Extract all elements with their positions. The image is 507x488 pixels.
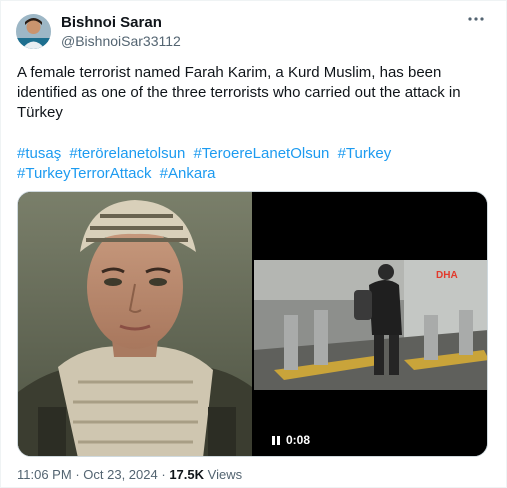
video-duration: 0:08 (286, 433, 311, 447)
hashtag-link[interactable]: #TeroereLanetOlsun (193, 145, 329, 162)
hashtag-list: #tusaş #terörelanetolsun #TeroereLanetOl… (17, 144, 487, 184)
video-watermark: DHA (436, 270, 458, 281)
tweet-time[interactable]: 11:06 PM (17, 467, 72, 482)
hashtag-link[interactable]: #tusaş (17, 145, 61, 162)
hashtag-link[interactable]: #TurkeyTerrorAttack (17, 165, 151, 182)
hashtag-link[interactable]: #terörelanetolsun (69, 145, 185, 162)
views-label: Views (207, 467, 243, 482)
avatar[interactable] (16, 14, 51, 49)
video-frame: DHA (254, 260, 487, 390)
pause-icon (272, 435, 280, 445)
video-duration-badge: 0:08 (266, 430, 317, 450)
video-player[interactable]: DHA 0:08 (254, 192, 487, 456)
meta-separator: · (75, 467, 80, 482)
tweet-meta: 11:06 PM · Oct 23, 2024 · 17.5K Views (17, 467, 242, 482)
photo[interactable] (18, 192, 252, 456)
more-options-button[interactable] (466, 11, 486, 31)
author-name[interactable]: Bishnoi Saran (61, 14, 162, 31)
hashtag-link[interactable]: #Ankara (160, 165, 216, 182)
media-grid: DHA 0:08 (17, 191, 488, 457)
more-dots-icon (467, 10, 485, 33)
tweet-text: A female terrorist named Farah Karim, a … (17, 64, 461, 121)
views-count: 17.5K (169, 467, 205, 482)
hashtag-link[interactable]: #Turkey (338, 145, 392, 162)
author-handle[interactable]: @BishnoiSar33112 (61, 33, 181, 49)
tweet-card[interactable]: Bishnoi Saran @BishnoiSar33112 A female … (0, 0, 507, 488)
tweet-date[interactable]: Oct 23, 2024 (83, 467, 157, 482)
meta-separator: · (161, 467, 166, 482)
